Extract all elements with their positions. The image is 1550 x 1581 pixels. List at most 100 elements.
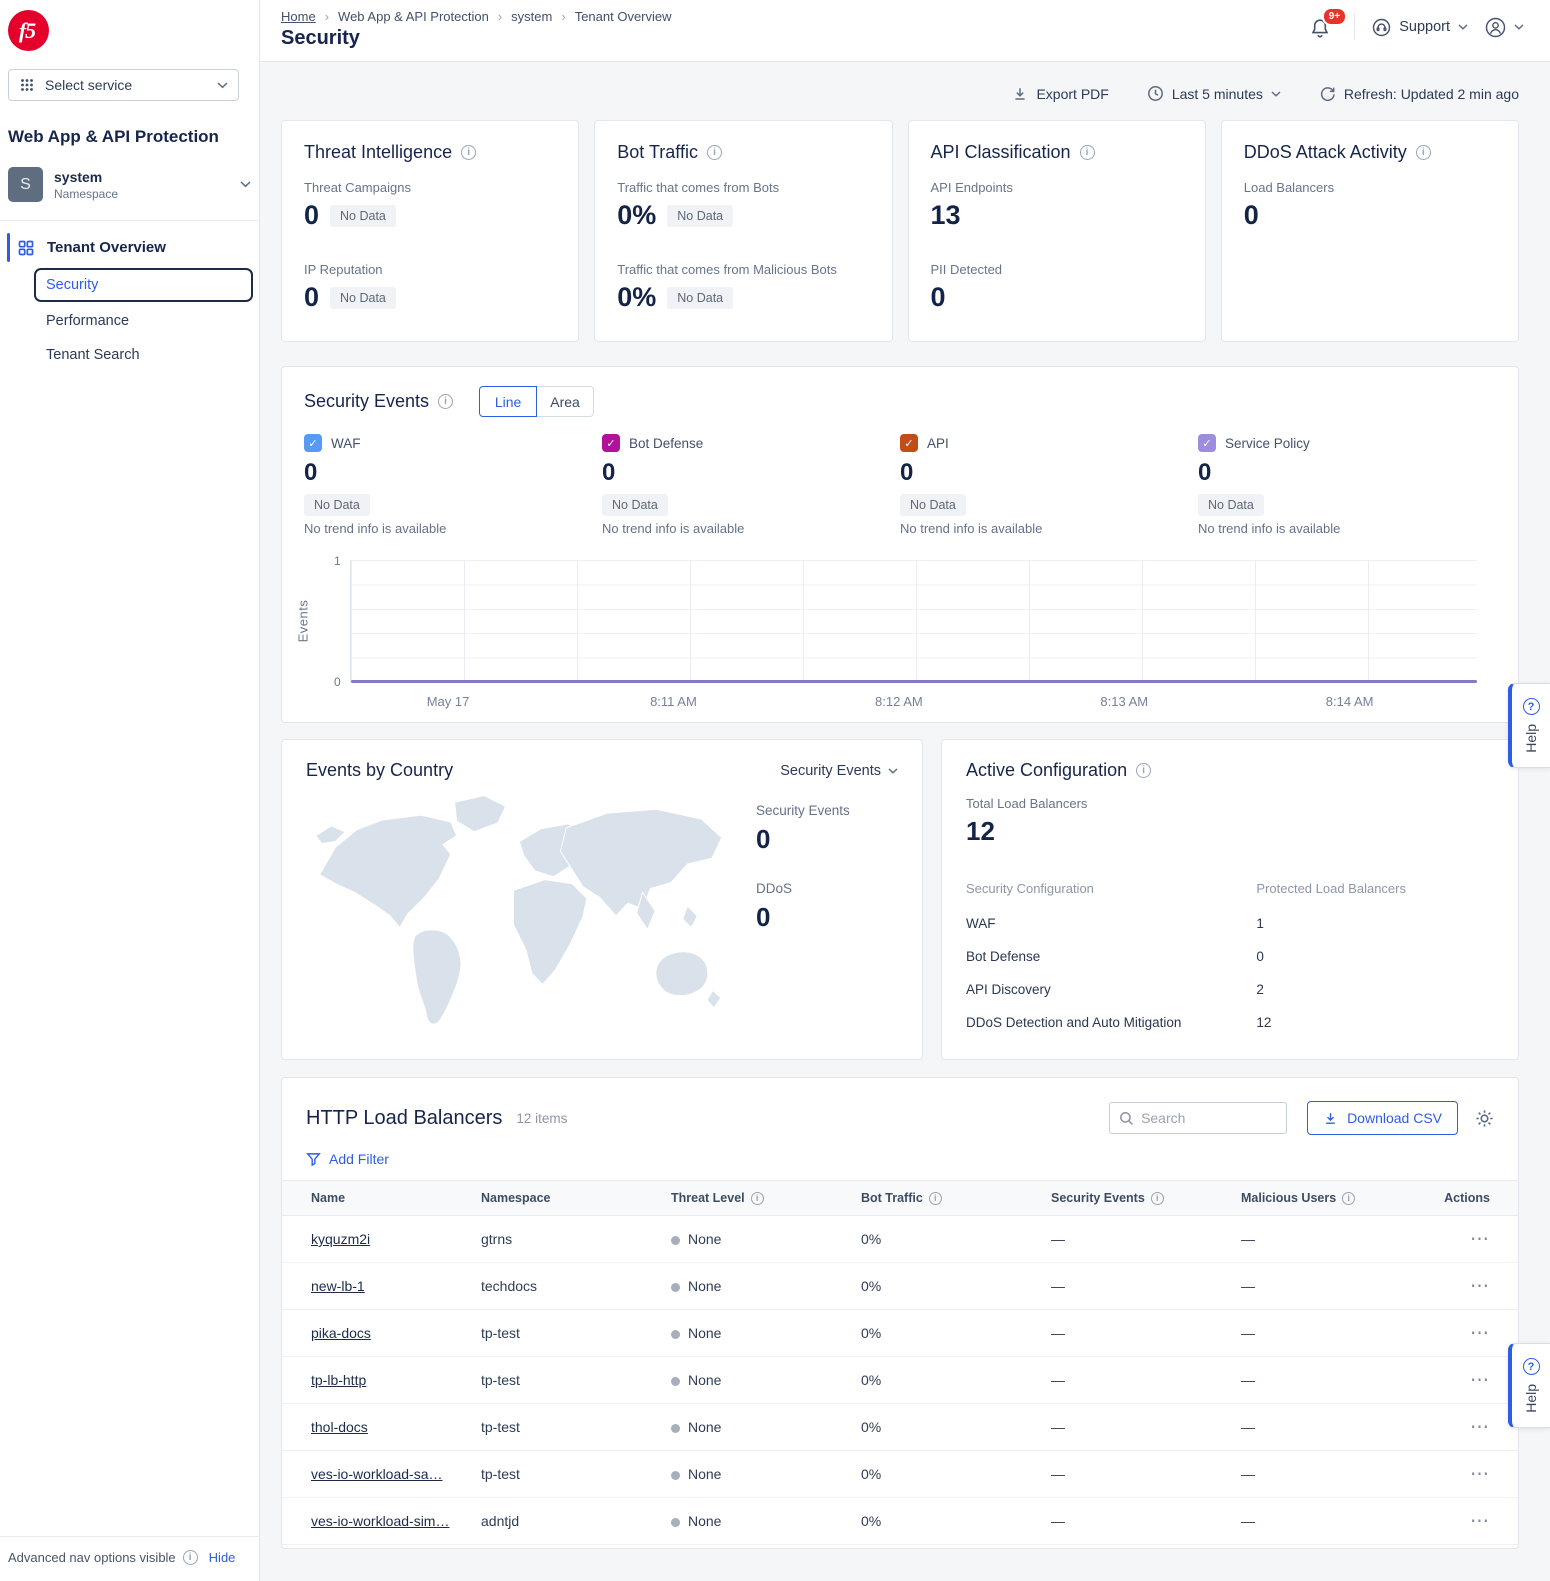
breadcrumb-item[interactable]: Web App & API Protection bbox=[338, 9, 489, 24]
country-metric-dropdown[interactable]: Security Events bbox=[780, 763, 898, 779]
breadcrumb-item[interactable]: system bbox=[511, 9, 552, 24]
info-icon[interactable]: i bbox=[1416, 145, 1431, 160]
table-row: thol-docs tp-test None 0% — — ⋯ bbox=[282, 1404, 1518, 1451]
metric-value: 13 bbox=[931, 200, 961, 231]
lb-name-link[interactable]: thol-docs bbox=[311, 1419, 368, 1435]
bot-traffic-value: 0% bbox=[861, 1357, 1051, 1404]
series-checkbox[interactable]: ✓ bbox=[900, 434, 918, 452]
bot-traffic-value: 0% bbox=[861, 1451, 1051, 1498]
column-header-malicious-users[interactable]: Malicious Usersi bbox=[1241, 1181, 1431, 1216]
chevron-down-icon bbox=[1458, 24, 1468, 30]
metric-value: 0 bbox=[931, 282, 946, 313]
series-checkbox[interactable]: ✓ bbox=[304, 434, 322, 452]
lb-name-link[interactable]: tp-lb-http bbox=[311, 1372, 366, 1388]
info-icon[interactable]: i bbox=[707, 145, 722, 160]
support-menu[interactable]: Support bbox=[1372, 18, 1468, 37]
malicious-users-value: — bbox=[1241, 1216, 1431, 1263]
threat-level-dot bbox=[671, 1424, 680, 1433]
divider bbox=[1354, 14, 1355, 40]
breadcrumb-home[interactable]: Home bbox=[281, 9, 316, 24]
threat-level-dot bbox=[671, 1377, 680, 1386]
no-data-badge: No Data bbox=[1198, 494, 1264, 516]
lb-name-link[interactable]: new-lb-1 bbox=[311, 1278, 365, 1294]
card-title: Bot Traffic bbox=[617, 142, 698, 163]
refresh-button[interactable]: Refresh: Updated 2 min ago bbox=[1319, 85, 1519, 102]
breadcrumb-item[interactable]: Tenant Overview bbox=[575, 9, 672, 24]
info-icon[interactable]: i bbox=[183, 1550, 198, 1565]
sidebar-item-performance[interactable]: Performance bbox=[0, 304, 259, 338]
column-header-threat-level[interactable]: Threat Leveli bbox=[671, 1181, 861, 1216]
f5-logo[interactable]: f5 bbox=[8, 10, 49, 51]
lb-name-link[interactable]: ves-io-workload-sa… bbox=[311, 1466, 442, 1482]
row-actions-button[interactable]: ⋯ bbox=[1470, 1464, 1490, 1485]
sidebar-item-security[interactable]: Security bbox=[34, 268, 253, 302]
row-actions-button[interactable]: ⋯ bbox=[1470, 1229, 1490, 1250]
gear-icon[interactable] bbox=[1475, 1109, 1494, 1128]
row-actions-button[interactable]: ⋯ bbox=[1470, 1370, 1490, 1391]
lb-namespace: tp-test bbox=[481, 1310, 671, 1357]
account-menu[interactable] bbox=[1485, 17, 1524, 38]
time-range-dropdown[interactable]: Last 5 minutes bbox=[1147, 85, 1281, 102]
top-bar: Home › Web App & API Protection › system… bbox=[260, 0, 1550, 62]
select-service-dropdown[interactable]: Select service bbox=[8, 69, 239, 101]
page-toolbar: Export PDF Last 5 minutes Refresh: Updat… bbox=[281, 85, 1519, 102]
country-metric-name: DDoS bbox=[756, 881, 898, 896]
no-data-badge: No Data bbox=[667, 287, 733, 309]
info-icon[interactable]: i bbox=[1136, 763, 1151, 778]
info-icon[interactable]: i bbox=[1342, 1192, 1355, 1205]
row-actions-button[interactable]: ⋯ bbox=[1470, 1511, 1490, 1532]
sidebar-item-tenant-search[interactable]: Tenant Search bbox=[0, 338, 259, 372]
series-checkbox[interactable]: ✓ bbox=[1198, 434, 1216, 452]
column-header-security-events[interactable]: Security Eventsi bbox=[1051, 1181, 1241, 1216]
metric-label: PII Detected bbox=[931, 262, 1183, 277]
column-header-namespace[interactable]: Namespace bbox=[481, 1181, 671, 1216]
lb-name-link[interactable]: pika-docs bbox=[311, 1325, 371, 1341]
namespace-avatar: S bbox=[8, 167, 43, 202]
info-icon[interactable]: i bbox=[929, 1192, 942, 1205]
chevron-down-icon bbox=[1514, 24, 1524, 30]
download-csv-button[interactable]: Download CSV bbox=[1307, 1101, 1458, 1135]
sidebar-item-tenant-overview[interactable]: Tenant Overview bbox=[0, 229, 259, 266]
series-checkbox[interactable]: ✓ bbox=[602, 434, 620, 452]
chart-plot-area bbox=[350, 560, 1477, 682]
security-events-value: — bbox=[1051, 1263, 1241, 1310]
toggle-line-button[interactable]: Line bbox=[479, 386, 537, 417]
column-header-bot-traffic[interactable]: Bot Traffici bbox=[861, 1181, 1051, 1216]
info-icon[interactable]: i bbox=[751, 1192, 764, 1205]
help-tab[interactable]: ? Help bbox=[1508, 683, 1550, 768]
series-column: ✓ API 0 No Data No trend info is availab… bbox=[900, 434, 1198, 536]
lb-name-link[interactable]: ves-io-workload-sim… bbox=[311, 1513, 449, 1529]
threat-level-value: None bbox=[688, 1513, 721, 1529]
search-input[interactable] bbox=[1141, 1110, 1261, 1126]
info-icon[interactable]: i bbox=[461, 145, 476, 160]
notifications-button[interactable]: 9+ bbox=[1309, 13, 1337, 41]
row-actions-button[interactable]: ⋯ bbox=[1470, 1417, 1490, 1438]
security-events-value: — bbox=[1051, 1216, 1241, 1263]
row-actions-button[interactable]: ⋯ bbox=[1470, 1276, 1490, 1297]
x-axis-tick: 8:13 AM bbox=[1100, 694, 1148, 709]
card-bot-traffic: Bot Traffic i Traffic that comes from Bo… bbox=[594, 120, 892, 342]
download-icon bbox=[1323, 1111, 1338, 1126]
add-filter-button[interactable]: Add Filter bbox=[282, 1151, 1518, 1167]
export-pdf-button[interactable]: Export PDF bbox=[1012, 86, 1108, 102]
toggle-area-button[interactable]: Area bbox=[536, 386, 594, 417]
table-row: new-lb-1 techdocs None 0% — — ⋯ bbox=[282, 1263, 1518, 1310]
config-row: WAF 1 bbox=[966, 907, 1494, 940]
row-actions-button[interactable]: ⋯ bbox=[1470, 1323, 1490, 1344]
card-title: Threat Intelligence bbox=[304, 142, 452, 163]
info-icon[interactable]: i bbox=[1151, 1192, 1164, 1205]
sidebar-item-label: Tenant Overview bbox=[47, 239, 166, 256]
x-axis-ticks: May 178:11 AM8:12 AM8:13 AM8:14 AM bbox=[350, 682, 1477, 716]
metric-value: 0% bbox=[617, 200, 656, 231]
namespace-selector[interactable]: S system Namespace bbox=[8, 167, 251, 220]
info-icon[interactable]: i bbox=[438, 394, 453, 409]
stat-cards-row: Threat Intelligence i Threat Campaigns 0… bbox=[281, 120, 1519, 342]
bot-traffic-value: 0% bbox=[861, 1216, 1051, 1263]
config-name: Bot Defense bbox=[966, 949, 1256, 964]
table-row: kyquzm2i gtrns None 0% — — ⋯ bbox=[282, 1216, 1518, 1263]
hide-nav-link[interactable]: Hide bbox=[209, 1550, 236, 1565]
column-header-name[interactable]: Name bbox=[282, 1181, 481, 1216]
help-tab[interactable]: ? Help bbox=[1508, 1343, 1550, 1428]
info-icon[interactable]: i bbox=[1080, 145, 1095, 160]
lb-name-link[interactable]: kyquzm2i bbox=[311, 1231, 370, 1247]
